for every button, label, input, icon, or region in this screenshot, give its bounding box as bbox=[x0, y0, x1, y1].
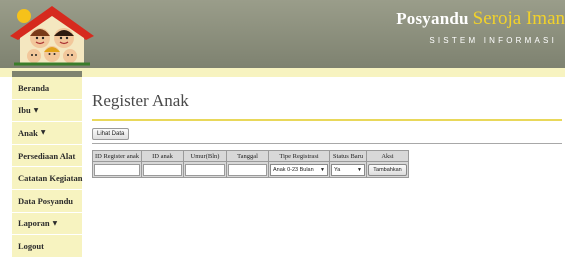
column-header-aksi: Aksi bbox=[366, 150, 409, 162]
header-band bbox=[0, 68, 565, 77]
nav-item-label: Anak bbox=[18, 127, 38, 138]
title-divider bbox=[92, 119, 562, 121]
column-header-status-baru: Status Baru bbox=[329, 150, 367, 162]
nav-item-label: Catatan Kegiatan bbox=[18, 173, 83, 184]
view-data-button[interactable]: Lihat Data bbox=[92, 128, 130, 140]
nav-item-ibu[interactable]: Ibu ▼ bbox=[12, 100, 82, 123]
column-header-id-anak: ID anak bbox=[141, 150, 184, 162]
tanggal-input[interactable] bbox=[228, 163, 267, 176]
tambahkan-button[interactable]: Tambahkan bbox=[368, 163, 407, 176]
cell-id-anak bbox=[141, 161, 184, 178]
caret-down-icon: ▼ bbox=[52, 219, 58, 227]
id-anak-input[interactable] bbox=[143, 163, 182, 176]
id-register-input[interactable] bbox=[94, 163, 140, 176]
register-form-table: ID Register anak ID anak Umur(Bln) Tangg… bbox=[92, 150, 409, 178]
cell-tipe-registrasi: Anak 0-23 Bulan ▼ bbox=[268, 161, 330, 178]
column-header-tanggal: Tanggal bbox=[226, 150, 269, 162]
umur-input[interactable] bbox=[185, 163, 225, 176]
sidebar-nav: Beranda Ibu ▼ Anak ▼ Persediaan Alat Catat… bbox=[12, 77, 82, 258]
nav-item-label: Data Posyandu bbox=[18, 195, 74, 206]
caret-down-icon: ▼ bbox=[33, 106, 39, 114]
nav-item-label: Ibu bbox=[18, 105, 31, 116]
cell-id-register bbox=[92, 161, 142, 178]
nav-item-laporan[interactable]: Laporan ▼ bbox=[12, 213, 82, 236]
family-house-logo bbox=[10, 6, 94, 66]
app-header: Posyandu Seroja Iman SISTEM INFORMASI bbox=[0, 0, 565, 68]
cell-tanggal bbox=[226, 161, 269, 178]
brand-name: Posyandu bbox=[396, 9, 469, 28]
section-divider bbox=[92, 143, 562, 144]
column-header-umur: Umur(Bln) bbox=[183, 150, 227, 162]
main-content: Register Anak Lihat Data ID Register ana… bbox=[92, 77, 562, 258]
dropdown-arrow-icon: ▼ bbox=[320, 166, 325, 173]
dropdown-arrow-icon: ▼ bbox=[357, 166, 362, 173]
table-row: Anak 0-23 Bulan ▼ Ya ▼ Tambahkan bbox=[92, 161, 409, 178]
status-baru-select[interactable]: Ya ▼ bbox=[331, 163, 365, 176]
nav-item-persediaan-alat[interactable]: Persediaan Alat bbox=[12, 145, 82, 168]
nav-item-logout[interactable]: Logout bbox=[12, 235, 82, 258]
select-value: Anak 0-23 Bulan bbox=[273, 166, 314, 173]
brand-subtitle: SISTEM INFORMASI bbox=[429, 36, 557, 45]
brand-title: Posyandu Seroja Iman bbox=[396, 8, 565, 30]
column-header-id-register: ID Register anak bbox=[92, 150, 142, 162]
nav-item-label: Beranda bbox=[18, 82, 50, 93]
column-header-tipe-registrasi: Tipe Registrasi bbox=[268, 150, 330, 162]
caret-down-icon: ▼ bbox=[40, 129, 46, 137]
nav-item-beranda[interactable]: Beranda bbox=[12, 77, 82, 100]
select-value: Ya bbox=[334, 166, 341, 173]
cell-aksi: Tambahkan bbox=[366, 161, 409, 178]
tipe-registrasi-select[interactable]: Anak 0-23 Bulan ▼ bbox=[270, 163, 328, 176]
nav-item-catatan-kegiatan[interactable]: Catatan Kegiatan bbox=[12, 167, 82, 190]
table-header-row: ID Register anak ID anak Umur(Bln) Tangg… bbox=[92, 150, 409, 162]
cell-status-baru: Ya ▼ bbox=[329, 161, 367, 178]
nav-item-anak[interactable]: Anak ▼ bbox=[12, 122, 82, 145]
nav-item-label: Laporan bbox=[18, 218, 50, 229]
nav-item-label: Persediaan Alat bbox=[18, 150, 76, 161]
nav-item-label: Logout bbox=[18, 240, 44, 251]
page-title: Register Anak bbox=[92, 91, 189, 110]
cell-umur bbox=[183, 161, 227, 178]
brand-accent-name: Seroja Iman bbox=[472, 8, 565, 29]
nav-item-data-posyandu[interactable]: Data Posyandu bbox=[12, 190, 82, 213]
